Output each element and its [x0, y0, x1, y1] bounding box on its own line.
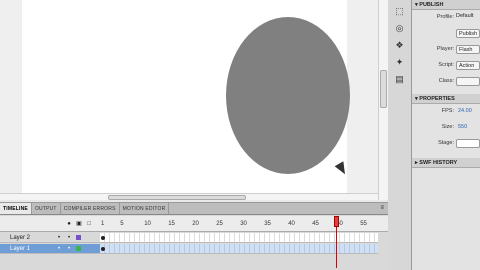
- keyframe-marker[interactable]: [101, 247, 105, 251]
- tab-compiler-errors[interactable]: COMPILER ERRORS: [61, 203, 120, 214]
- frame-number: 45: [312, 221, 319, 227]
- player-label: Player:: [436, 46, 454, 52]
- keyframe-marker[interactable]: [101, 236, 105, 240]
- eye-icon[interactable]: ●: [66, 221, 72, 227]
- swf-history-title: SWF HISTORY: [419, 160, 458, 166]
- profile-value: Default: [456, 13, 474, 19]
- tab-output[interactable]: OUTPUT: [32, 203, 61, 214]
- outline-icon[interactable]: □: [86, 221, 92, 227]
- fps-label: FPS:: [441, 108, 454, 114]
- visibility-dot-icon[interactable]: •: [54, 235, 64, 241]
- timeline-header: ● ▣ □ 1 5 10 15 20 25 30 35 40 45 50 55: [0, 216, 388, 232]
- properties-title: PROPERTIES: [419, 96, 455, 102]
- timeline-panel: TIMELINE OUTPUT COMPILER ERRORS MOTION E…: [0, 202, 388, 270]
- panel-menu-icon[interactable]: ≡: [376, 203, 388, 214]
- frame-number: 55: [360, 221, 367, 227]
- layer-info[interactable]: Layer 2 • •: [0, 233, 100, 243]
- frame-number: 25: [216, 221, 223, 227]
- size-label: Size:: [441, 124, 454, 130]
- selection-icon[interactable]: ⬚: [393, 5, 407, 17]
- stage-label: Stage:: [438, 140, 454, 146]
- timeline-tabs: TIMELINE OUTPUT COMPILER ERRORS MOTION E…: [0, 203, 388, 215]
- layer-color-swatch[interactable]: [76, 246, 81, 251]
- lock-dot-icon[interactable]: •: [64, 235, 74, 241]
- frame-number: 40: [288, 221, 295, 227]
- layer-row[interactable]: Layer 1 • •: [0, 244, 388, 254]
- vertical-scrollbar[interactable]: [378, 0, 388, 200]
- publish-settings-button[interactable]: Publish: [456, 29, 480, 38]
- tool-strip: ⬚ ◎ ❖ ✦ ▤: [388, 0, 412, 270]
- properties-panel: ▾ PUBLISH Profile: Default Publish Playe…: [412, 0, 480, 270]
- script-label: Script:: [438, 62, 454, 68]
- ellipse-shape[interactable]: [226, 17, 350, 174]
- frame-number: 1: [101, 221, 105, 227]
- fps-value[interactable]: 24.00: [458, 108, 472, 114]
- horizontal-scroll-thumb[interactable]: [108, 195, 246, 200]
- frame-number: 20: [192, 221, 199, 227]
- horizontal-scrollbar[interactable]: [0, 193, 378, 200]
- layer-row[interactable]: Layer 2 • •: [0, 233, 388, 243]
- playhead[interactable]: [334, 216, 340, 268]
- stage-canvas[interactable]: [22, 0, 350, 193]
- layer-name[interactable]: Layer 2: [10, 235, 54, 241]
- size-value[interactable]: 550: [458, 124, 467, 130]
- player-select[interactable]: Flash: [456, 45, 480, 54]
- frame-number: 30: [240, 221, 247, 227]
- 3d-rotation-icon[interactable]: ◎: [393, 22, 407, 34]
- tab-motion-editor[interactable]: MOTION EDITOR: [120, 203, 170, 214]
- tab-timeline[interactable]: TIMELINE: [0, 203, 32, 214]
- swf-history-section-header[interactable]: ▸ SWF HISTORY: [412, 158, 480, 168]
- layer-name[interactable]: Layer 1: [10, 246, 54, 252]
- lock-icon[interactable]: ▣: [76, 221, 82, 227]
- visibility-dot-icon[interactable]: •: [54, 246, 64, 252]
- frame-number: 5: [120, 221, 124, 227]
- layer-color-swatch[interactable]: [76, 235, 81, 240]
- stage-area[interactable]: [0, 0, 388, 200]
- script-select[interactable]: Action: [456, 61, 480, 70]
- properties-icon[interactable]: ▤: [393, 73, 407, 85]
- frame-number: 15: [168, 221, 175, 227]
- layer-info[interactable]: Layer 1 • •: [0, 244, 100, 254]
- profile-label: Profile:: [436, 14, 454, 20]
- class-label: Class:: [438, 78, 454, 84]
- stage-color-swatch[interactable]: [456, 139, 480, 148]
- frame-number: 10: [144, 221, 151, 227]
- class-input[interactable]: [456, 77, 480, 86]
- component-icon[interactable]: ❖: [393, 39, 407, 51]
- properties-section-header[interactable]: ▾ PROPERTIES: [412, 94, 480, 104]
- publish-title: PUBLISH: [419, 2, 444, 8]
- right-panel: ⬚ ◎ ❖ ✦ ▤ ▾ PUBLISH Profile: Default Pub…: [388, 0, 480, 270]
- vertical-scroll-thumb[interactable]: [380, 70, 387, 108]
- publish-section-header[interactable]: ▾ PUBLISH: [412, 0, 480, 10]
- motion-presets-icon[interactable]: ✦: [393, 56, 407, 68]
- lock-dot-icon[interactable]: •: [64, 246, 74, 252]
- frame-number: 35: [264, 221, 271, 227]
